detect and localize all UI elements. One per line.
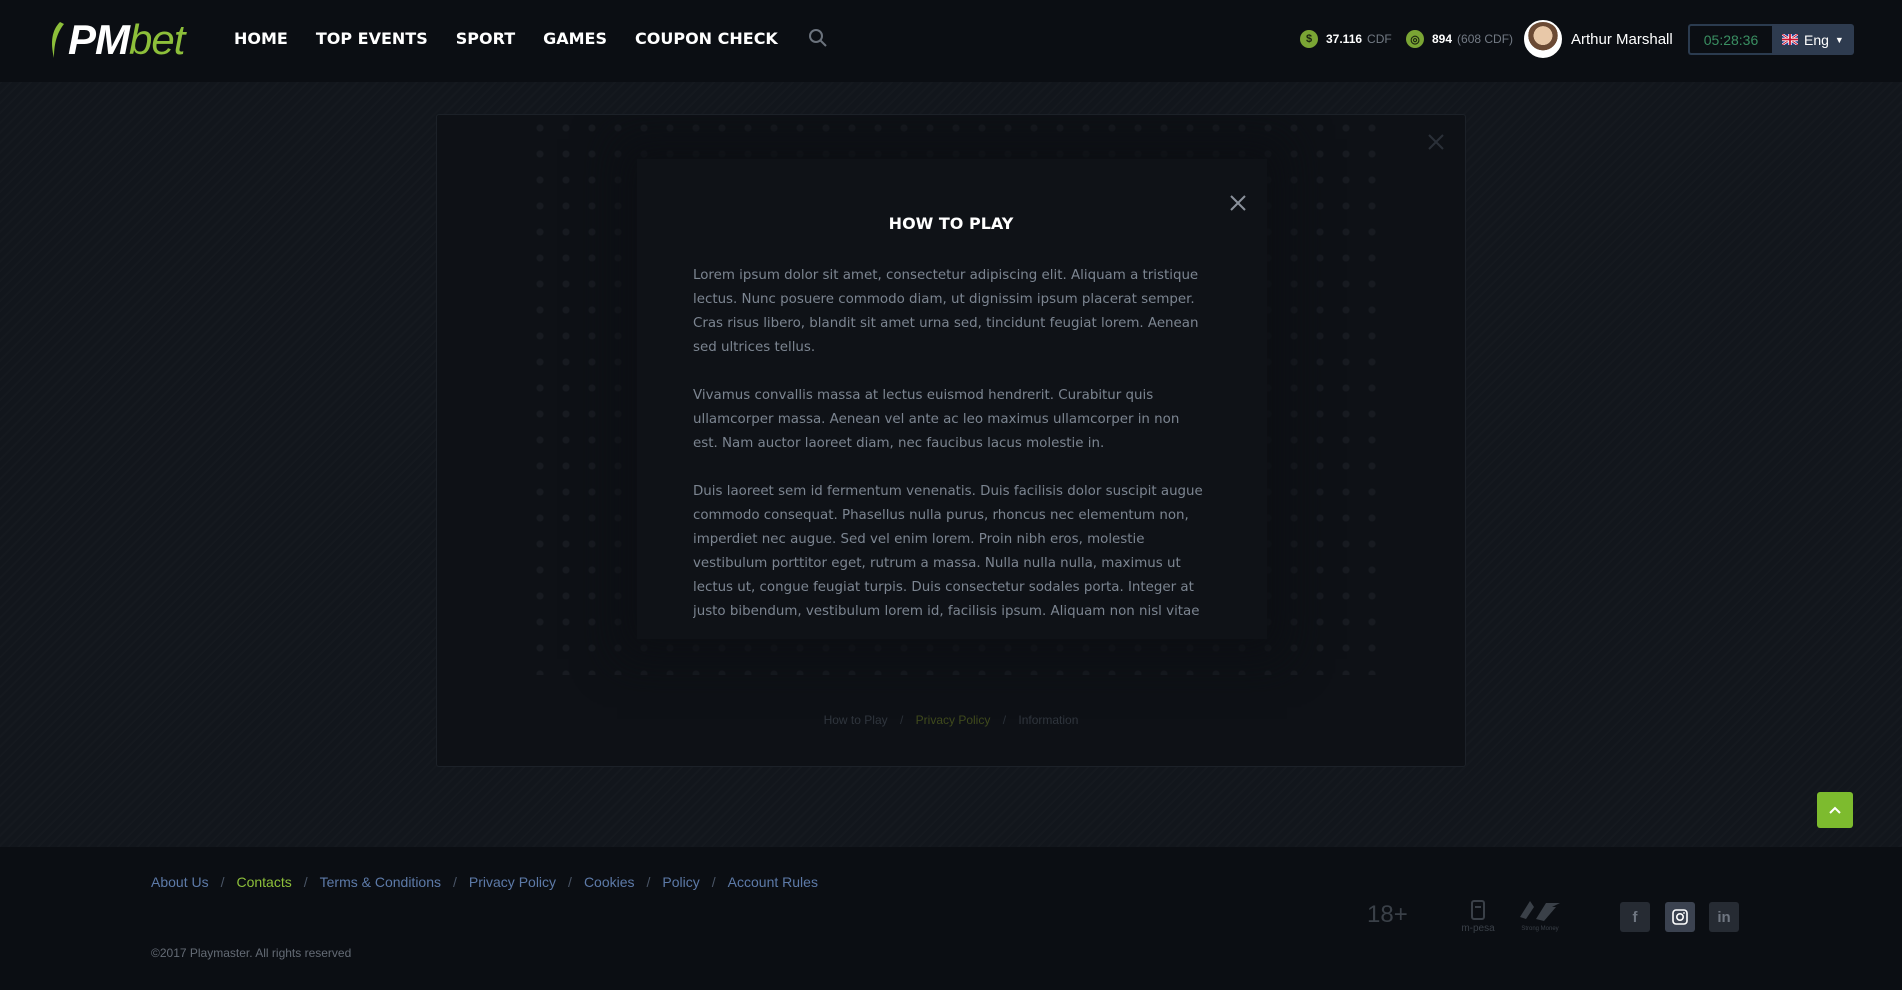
facebook-glyph: f [1632,908,1638,926]
logo-text-pm: PM [68,16,130,63]
linkedin-icon[interactable]: in [1709,902,1739,932]
main-nav: HOME TOP EVENTS SPORT GAMES COUPON CHECK [234,28,828,48]
link-separator: / [646,874,651,890]
instagram-glyph [1672,909,1688,925]
modal-body: Lorem ipsum dolor sit amet, consectetur … [693,264,1203,624]
nav-coupon-check[interactable]: COUPON CHECK [635,29,778,48]
language-selector[interactable]: Eng ▼ [1772,24,1854,55]
coin-icon: $ [1300,30,1318,48]
footer-link-contacts[interactable]: Contacts [236,874,291,890]
footer-link-about-us[interactable]: About Us [151,874,209,890]
footer-link-account-rules[interactable]: Account Rules [728,874,818,890]
bonus-balance-currency: (608 CDF) [1457,32,1514,46]
linkedin-glyph: in [1717,908,1731,926]
tab-privacy-policy[interactable]: Privacy Policy [916,713,991,727]
language-label: Eng [1804,31,1829,48]
modal-tabs: How to Play / Privacy Policy / Informati… [436,713,1466,727]
nav-sport[interactable]: SPORT [456,29,515,48]
age-restriction-badge: 18+ [1367,901,1408,928]
avatar[interactable] [1524,20,1562,58]
uk-flag-icon [1782,34,1798,45]
modal-close-icon[interactable] [1229,194,1247,212]
instagram-icon[interactable] [1665,902,1695,932]
strong-money-label: Strong Money [1521,926,1558,932]
scroll-to-top-button[interactable] [1817,792,1853,828]
link-separator: / [568,874,572,890]
logo-leaf-icon [52,22,64,58]
tab-how-to-play[interactable]: How to Play [824,713,888,727]
clock-time: 05:28:36 [1703,31,1759,48]
modal-paragraph: Vivamus convallis massa at lectus euismo… [693,388,1180,451]
close-icon[interactable] [1427,133,1445,151]
nav-top-events[interactable]: TOP EVENTS [316,29,428,48]
footer-link-terms[interactable]: Terms & Conditions [320,874,441,890]
link-separator: / [1002,713,1007,727]
footer: About Us / Contacts / Terms & Conditions / Pri… [0,847,1902,990]
footer-links: About Us / Contacts / Terms & Conditions / Pri… [151,874,818,890]
user-name[interactable]: Arthur Marshall [1571,31,1673,48]
mpesa-logo: m-pesa [1461,900,1495,934]
modal-paragraph: Lorem ipsum dolor sit amet, consectetur … [693,268,1199,355]
footer-link-policy[interactable]: Policy [662,874,699,890]
main-balance-currency: CDF [1367,32,1392,46]
nav-home[interactable]: HOME [234,29,288,48]
copyright: ©2017 Playmaster. All rights reserved [151,946,352,960]
link-separator: / [453,874,457,890]
search-icon[interactable] [808,28,828,48]
clock: 05:28:36 [1688,24,1772,55]
facebook-icon[interactable]: f [1620,902,1650,932]
link-separator: / [220,874,225,890]
bonus-coin-icon: ◎ [1406,30,1424,48]
modal-paragraph: Duis laoreet sem id fermentum venenatis.… [693,484,1203,619]
chevron-up-icon [1829,806,1841,814]
main-balance-value: 37.116 [1326,32,1363,46]
link-separator: / [711,874,716,890]
chevron-down-icon: ▼ [1834,34,1844,45]
tab-information[interactable]: Information [1018,713,1078,727]
footer-link-privacy-policy[interactable]: Privacy Policy [469,874,556,890]
nav-games[interactable]: GAMES [543,29,607,48]
modal-title: HOW TO PLAY [888,214,1014,233]
mpesa-label: m-pesa [1461,923,1495,934]
main-balance[interactable]: $ 37.116 CDF [1300,30,1392,48]
link-separator: / [303,874,308,890]
strong-money-logo: Strong Money [1520,901,1560,932]
link-separator: / [899,713,904,727]
bonus-balance[interactable]: ◎ 894 (608 CDF) [1406,30,1513,48]
logo-text-bet: bet [129,16,185,63]
footer-link-cookies[interactable]: Cookies [584,874,635,890]
pmbet-logo[interactable]: PM bet [48,16,185,63]
top-header: PM bet HOME TOP EVENTS SPORT GAMES COUPO… [0,0,1902,82]
bonus-balance-value: 894 [1432,32,1453,46]
